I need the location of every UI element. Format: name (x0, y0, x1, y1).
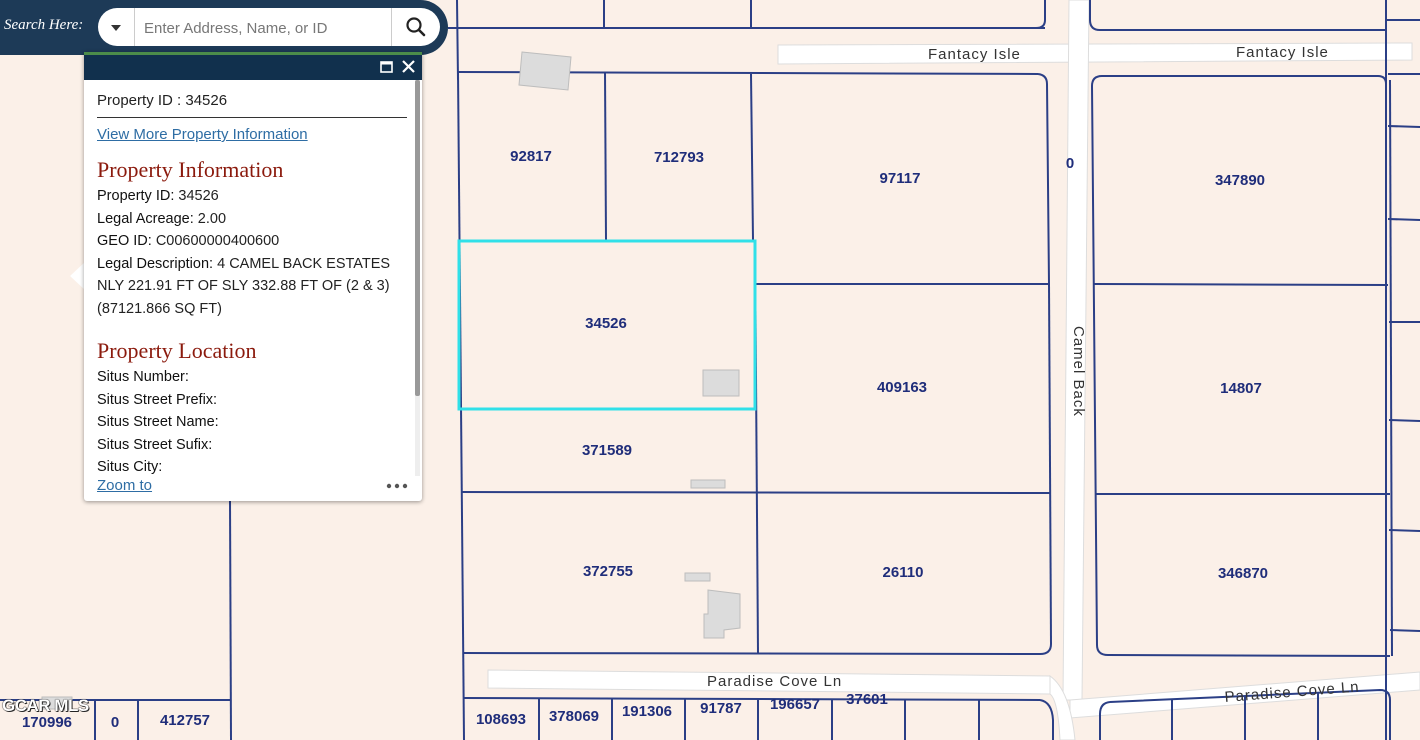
parcel-label[interactable]: 92817 (510, 148, 552, 165)
parcel-label[interactable]: 0 (111, 714, 119, 731)
zoom-to-link[interactable]: Zoom to (97, 477, 152, 494)
maximize-icon (380, 61, 393, 73)
field-label: Situs Number: (97, 369, 189, 385)
parcel-label[interactable]: 37601 (846, 691, 888, 708)
location-row-street-prefix: Situs Street Prefix: (97, 389, 409, 412)
street-label-camel-back: Camel Back (1070, 326, 1087, 417)
parcel-label[interactable]: 372755 (583, 563, 633, 580)
parcel-label[interactable]: 712793 (654, 149, 704, 166)
parcel-label[interactable]: 412757 (160, 712, 210, 729)
field-value: 34526 (178, 188, 219, 204)
close-icon (402, 60, 415, 73)
popup-scrollbar[interactable] (415, 80, 420, 476)
field-label: Situs Street Name: (97, 414, 219, 430)
parcel-label[interactable]: 170996 (22, 714, 72, 731)
parcel-label[interactable]: 191306 (622, 703, 672, 720)
search-box (98, 8, 440, 46)
parcel-label[interactable]: 108693 (476, 711, 526, 728)
section-title-property-location: Property Location (97, 338, 257, 363)
parcel-label[interactable]: 26110 (883, 564, 924, 581)
property-popup: Property ID : 34526 View More Property I… (84, 52, 422, 501)
location-row-street-name: Situs Street Name: (97, 411, 409, 434)
parcel-label[interactable]: 346870 (1218, 565, 1268, 582)
location-row-situs-city: Situs City: (97, 456, 409, 475)
search-input[interactable] (142, 16, 386, 40)
info-row-legal-description: Legal Description: 4 CAMEL BACK ESTATES … (97, 253, 409, 321)
search-label: Search Here: (4, 17, 84, 33)
field-value: 2.00 (197, 210, 227, 227)
field-label: Legal Acreage: (97, 210, 194, 227)
parcel-label[interactable]: 34526 (585, 315, 627, 332)
field-value: C00600000400600 (155, 233, 280, 249)
search-source-dropdown[interactable] (98, 8, 135, 46)
field-label: GEO ID: (97, 233, 152, 249)
search-bar: Search Here: (0, 0, 448, 55)
section-title-property-information: Property Information (97, 157, 284, 182)
info-row-legal-acreage: Legal Acreage: 2.00 (97, 208, 409, 231)
popup-title: Property ID : 34526 (97, 86, 407, 118)
search-button[interactable] (391, 8, 440, 46)
search-icon (406, 17, 426, 37)
location-row-street-sufix: Situs Street Sufix: (97, 434, 409, 457)
info-row-geo-id: GEO ID: C00600000400600 (97, 230, 409, 253)
parcel-label[interactable]: 196657 (770, 696, 820, 713)
street-label-fantacy-isle: Fantacy Isle (928, 46, 1021, 63)
parcel-label[interactable]: 409163 (877, 379, 927, 396)
more-options-button[interactable] (385, 479, 409, 493)
popup-content: Property ID : 34526 View More Property I… (97, 86, 409, 475)
parcel-label[interactable]: 378069 (549, 708, 599, 725)
info-row-property-id: Property ID: 34526 (97, 185, 409, 208)
popup-footer: Zoom to (97, 477, 409, 499)
field-label: Property ID: (97, 188, 175, 204)
popup-header (84, 52, 422, 80)
field-label: Legal Description: (97, 255, 214, 272)
mls-watermark: GCAR MLS (2, 696, 89, 715)
parcel-label[interactable]: 91787 (700, 700, 742, 717)
view-more-property-link[interactable]: View More Property Information (97, 126, 409, 143)
caret-down-icon (111, 25, 121, 31)
street-label-fantacy-isle: Fantacy Isle (1236, 44, 1329, 61)
more-dots-icon (386, 483, 408, 489)
close-button[interactable] (400, 58, 418, 76)
popup-pointer (70, 262, 85, 290)
parcel-label[interactable]: 347890 (1215, 172, 1265, 189)
parcel-label[interactable]: 97117 (880, 170, 921, 187)
field-label: Situs Street Prefix: (97, 391, 218, 408)
field-label: Situs Street Sufix: (97, 436, 213, 453)
parcel-label[interactable]: 371589 (582, 442, 632, 459)
maximize-button[interactable] (378, 58, 396, 76)
parcel-label[interactable]: 14807 (1220, 380, 1262, 397)
field-label: Situs City: (97, 459, 163, 475)
location-row-situs-number: Situs Number: (97, 366, 409, 389)
street-label-paradise-cove: Paradise Cove Ln (707, 673, 842, 690)
parcel-label[interactable]: 0 (1066, 155, 1074, 172)
scrollbar-thumb[interactable] (415, 80, 420, 396)
